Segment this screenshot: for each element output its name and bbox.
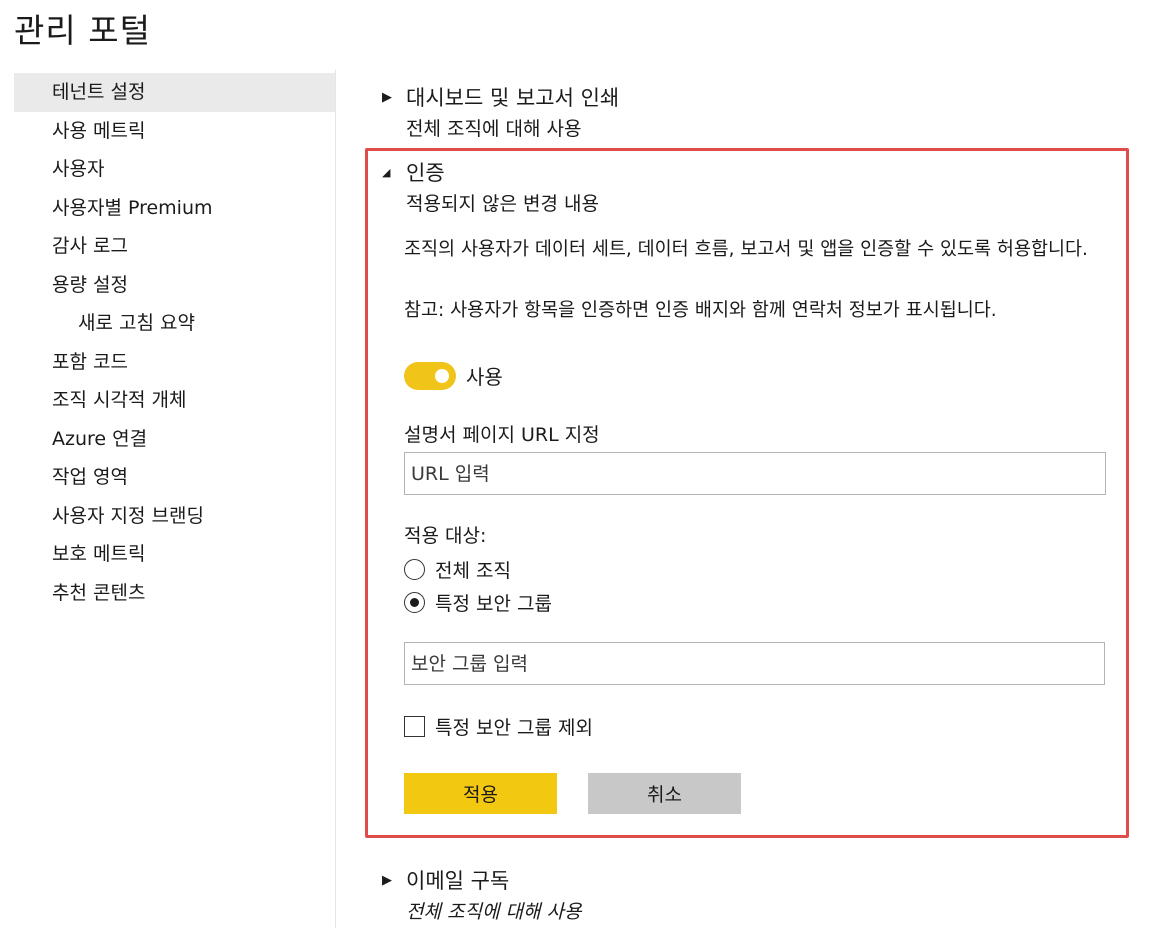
- radio-label-specific-security-groups: 특정 보안 그룹: [435, 593, 552, 615]
- section-print-dashboards: ▶ 대시보드 및 보고서 인쇄 전체 조직에 대해 사용: [382, 82, 619, 141]
- security-group-input[interactable]: [404, 642, 1105, 685]
- sidebar-item-usage-metrics[interactable]: 사용 메트릭: [14, 112, 335, 151]
- sidebar-item-users[interactable]: 사용자: [14, 150, 335, 189]
- sidebar-item-organizational-visuals[interactable]: 조직 시각적 개체: [14, 381, 335, 420]
- section-email-status: 전체 조직에 대해 사용: [406, 901, 582, 923]
- url-field-label: 설명서 페이지 URL 지정: [404, 424, 600, 446]
- section-certification: ◢ 인증 적용되지 않은 변경 내용: [382, 157, 599, 216]
- certification-note: 참고: 사용자가 항목을 인증하면 인증 배지와 함께 연락처 정보가 표시됩니…: [404, 300, 997, 321]
- sidebar-item-workspaces[interactable]: 작업 영역: [14, 458, 335, 497]
- radio-specific-security-groups[interactable]: 특정 보안 그룹: [404, 589, 552, 616]
- radio-circle-entire-organization[interactable]: [404, 559, 425, 580]
- section-email-header[interactable]: ▶ 이메일 구독: [382, 865, 581, 895]
- url-input[interactable]: [404, 452, 1106, 495]
- exclude-security-groups-row[interactable]: 특정 보안 그룹 제외: [404, 713, 593, 740]
- caret-right-icon: ▶: [382, 872, 392, 888]
- toggle-knob: [435, 368, 449, 383]
- section-print-header[interactable]: ▶ 대시보드 및 보고서 인쇄: [382, 82, 619, 112]
- radio-label-entire-organization: 전체 조직: [435, 560, 511, 582]
- sidebar: 테넌트 설정 사용 메트릭 사용자 사용자별 Premium 감사 로그 용량 …: [14, 73, 335, 612]
- sidebar-item-audit-logs[interactable]: 감사 로그: [14, 227, 335, 266]
- section-print-title: 대시보드 및 보고서 인쇄: [406, 86, 620, 110]
- page-title: 관리 포털: [14, 11, 151, 50]
- cancel-button[interactable]: 취소: [588, 773, 741, 814]
- exclude-security-groups-checkbox[interactable]: [404, 716, 425, 737]
- section-certification-header[interactable]: ◢ 인증: [382, 157, 599, 187]
- sidebar-item-azure-connections[interactable]: Azure 연결: [14, 420, 335, 459]
- radio-circle-specific-security-groups[interactable]: [404, 592, 425, 613]
- enable-toggle-row: 사용: [404, 361, 503, 390]
- section-certification-title: 인증: [406, 161, 445, 185]
- sidebar-item-premium-per-user[interactable]: 사용자별 Premium: [14, 189, 335, 228]
- section-certification-status: 적용되지 않은 변경 내용: [406, 193, 599, 215]
- sidebar-item-embed-codes[interactable]: 포함 코드: [14, 343, 335, 382]
- sidebar-divider: [335, 70, 336, 928]
- sidebar-item-tenant-settings[interactable]: 테넌트 설정: [14, 73, 335, 112]
- certification-description: 조직의 사용자가 데이터 세트, 데이터 흐름, 보고서 및 앱을 인증할 수 …: [404, 239, 1088, 260]
- section-email-title: 이메일 구독: [406, 869, 510, 893]
- caret-down-icon: ◢: [382, 165, 391, 179]
- sidebar-item-refresh-summary[interactable]: 새로 고침 요약: [14, 304, 335, 343]
- enable-toggle[interactable]: [404, 361, 456, 390]
- sidebar-item-featured-content[interactable]: 추천 콘텐츠: [14, 574, 335, 613]
- caret-right-icon: ▶: [382, 89, 392, 105]
- section-print-status: 전체 조직에 대해 사용: [406, 118, 582, 140]
- apply-button[interactable]: 적용: [404, 773, 557, 814]
- sidebar-item-custom-branding[interactable]: 사용자 지정 브랜딩: [14, 497, 335, 536]
- apply-to-label: 적용 대상:: [404, 525, 487, 547]
- enable-toggle-label: 사용: [466, 365, 503, 389]
- section-email-subscriptions: ▶ 이메일 구독 전체 조직에 대해 사용: [382, 865, 581, 924]
- admin-portal-page: 관리 포털 테넌트 설정 사용 메트릭 사용자 사용자별 Premium 감사 …: [0, 0, 1152, 928]
- radio-entire-organization[interactable]: 전체 조직: [404, 556, 511, 583]
- sidebar-item-capacity-settings[interactable]: 용량 설정: [14, 266, 335, 305]
- sidebar-item-protection-metrics[interactable]: 보호 메트릭: [14, 535, 335, 574]
- exclude-security-groups-label: 특정 보안 그룹 제외: [435, 717, 593, 739]
